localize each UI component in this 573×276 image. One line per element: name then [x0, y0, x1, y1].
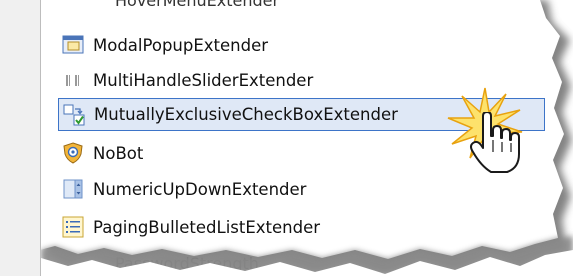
numeric-updown-icon — [62, 178, 84, 200]
mutually-exclusive-checkbox-icon — [63, 104, 85, 126]
modal-popup-icon — [62, 34, 84, 56]
multi-handle-slider-icon — [62, 69, 84, 91]
partial-top-item-label: HoverMenuExtender — [115, 0, 280, 10]
toolbox-item-label: PagingBulletedListExtender — [93, 217, 321, 237]
nobot-shield-icon — [62, 142, 84, 164]
paging-bulleted-list-icon — [62, 216, 84, 238]
toolbox-item-paging-bulleted-list-extender[interactable]: PagingBulletedListExtender — [58, 212, 548, 242]
toolbox-item-label: NoBot — [93, 143, 144, 163]
toolbox-item-modal-popup-extender[interactable]: ModalPopupExtender — [58, 30, 548, 60]
toolbox-item-label: NumericUpDownExtender — [93, 179, 307, 199]
hand-pointer-cursor-icon — [470, 112, 520, 173]
toolbox-item-numeric-updown-extender[interactable]: NumericUpDownExtender — [58, 174, 548, 204]
toolbox-item-label: ModalPopupExtender — [93, 35, 269, 55]
partial-bottom-item-label: PasswordStrength — [115, 254, 259, 273]
toolbox-item-label: MutuallyExclusiveCheckBoxExtender — [94, 105, 398, 124]
toolbox-item-label: MultiHandleSliderExtender — [93, 70, 314, 90]
